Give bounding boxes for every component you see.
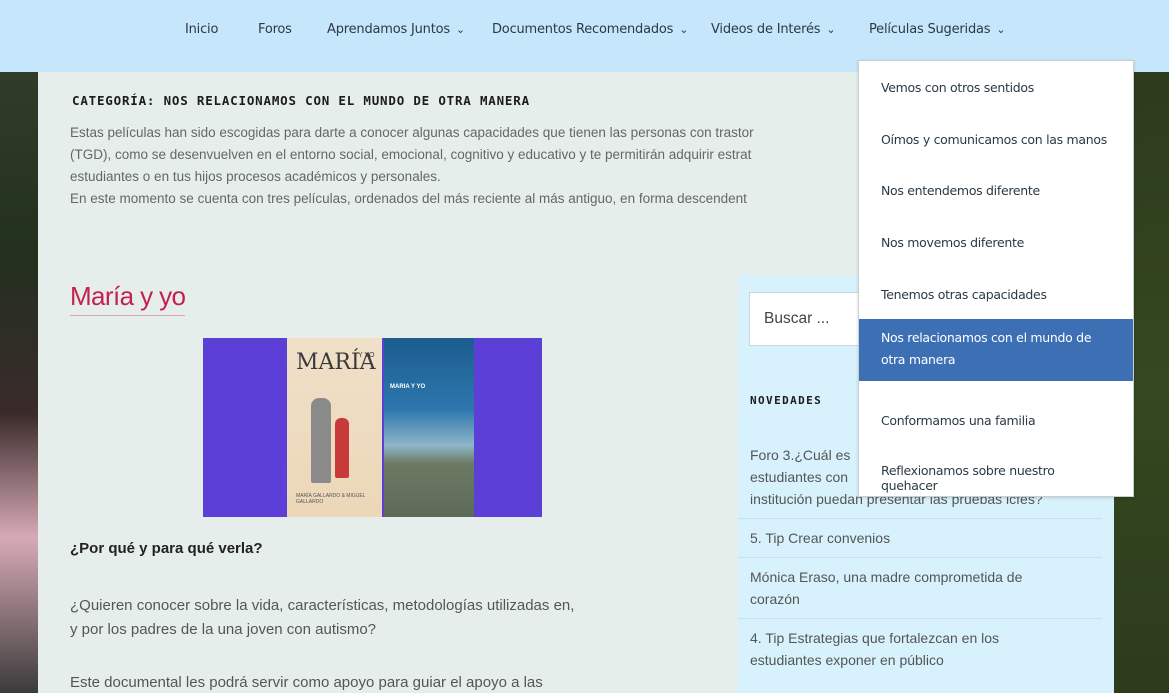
dropdown-item-conformamos-familia[interactable]: Conformamos una familia [859, 413, 1133, 428]
chevron-down-icon: ⌄ [455, 23, 465, 36]
nav-item-label: Inicio [185, 22, 219, 37]
novedades-heading: NOVEDADES [750, 394, 823, 407]
nav-menu: Inicio Foros Aprendamos Juntos ⌄ Document… [0, 0, 1169, 62]
nav-item-inicio[interactable]: Inicio [185, 22, 218, 37]
category-description: Estas películas han sido escogidas para … [70, 122, 870, 210]
chevron-down-icon: ⌄ [826, 23, 836, 36]
nav-item-label: Aprendamos Juntos [327, 22, 450, 37]
dropdown-item-tenemos-capacidades[interactable]: Tenemos otras capacidades [859, 287, 1133, 302]
section-heading: ¿Por qué y para qué verla? [70, 540, 263, 557]
news-item-line: 4. Tip Estrategias que fortalezcan en lo… [750, 630, 1000, 646]
poster-figure-child [335, 418, 349, 478]
description-line: estudiantes o en tus hijos procesos acad… [70, 169, 441, 184]
news-item[interactable]: 5. Tip Crear convenios [738, 519, 1102, 558]
description-line: (TGD), como se desenvuelven en el entorn… [70, 147, 752, 162]
news-item-line: corazón [750, 591, 800, 607]
nav-item-foros[interactable]: Foros [258, 22, 292, 37]
movie-poster-beach: MARIA Y YO [384, 338, 474, 517]
dropdown-item-nos-entendemos[interactable]: Nos entendemos diferente [859, 183, 1133, 198]
nav-item-label: Películas Sugeridas [869, 22, 991, 37]
paragraph-line: y por los padres de la una joven con aut… [70, 621, 377, 638]
nav-item-aprendamos-juntos[interactable]: Aprendamos Juntos ⌄ [327, 22, 465, 37]
news-item-line: 5. Tip Crear convenios [750, 530, 891, 546]
chevron-down-icon: ⌄ [996, 23, 1006, 36]
nav-item-label: Videos de Interés [711, 22, 821, 37]
news-item[interactable]: 4. Tip Estrategias que fortalezcan en lo… [738, 619, 1102, 679]
poster-credits: MARÍA GALLARDO & MIGUEL GALLARDO [296, 493, 366, 505]
chevron-down-icon: ⌄ [679, 23, 689, 36]
dropdown-item-vemos[interactable]: Vemos con otros sentidos [859, 80, 1133, 95]
post-title-link[interactable]: María y yo [70, 281, 186, 316]
background-decoration-left [0, 72, 38, 693]
description-line: En este momento se cuenta con tres pelíc… [70, 191, 747, 206]
dropdown-item-reflexionamos[interactable]: Reflexionamos sobre nuestro quehacer [859, 463, 1133, 493]
category-title: CATEGORÍA: NOS RELACIONAMOS CON EL MUNDO… [72, 93, 530, 108]
paragraph-line: ¿Quieren conocer sobre la vida, caracter… [70, 597, 575, 614]
description-line: Estas películas han sido escogidas para … [70, 125, 754, 140]
peliculas-sugeridas-dropdown: Vemos con otros sentidos Oímos y comunic… [858, 60, 1134, 497]
news-item-line: estudiantes exponer en público [750, 652, 944, 668]
nav-item-documentos-recomendados[interactable]: Documentos Recomendados ⌄ [492, 22, 688, 37]
poster-subtitle: Y YO [358, 352, 375, 359]
post-paragraph: ¿Quieren conocer sobre la vida, caracter… [70, 594, 710, 642]
dropdown-item-nos-relacionamos-active[interactable]: Nos relacionamos con el mundo de otra ma… [859, 319, 1133, 381]
nav-item-videos-de-interes[interactable]: Videos de Interés ⌄ [711, 22, 836, 37]
news-item[interactable]: Mónica Eraso, una madre comprometida de … [738, 558, 1102, 619]
nav-item-peliculas-sugeridas[interactable]: Películas Sugeridas ⌄ [869, 22, 1006, 37]
poster-title: MARIA Y YO [390, 384, 426, 390]
post-paragraph: Este documental les podrá servir como ap… [70, 674, 543, 691]
nav-item-label: Foros [258, 22, 292, 37]
movie-poster: MARÍA Y YO MARÍA GALLARDO & MIGUEL GALLA… [287, 338, 382, 517]
post-featured-image[interactable]: MARÍA Y YO MARÍA GALLARDO & MIGUEL GALLA… [203, 338, 542, 517]
dropdown-item-oimos[interactable]: Oímos y comunicamos con las manos [859, 132, 1133, 147]
news-item-line: Mónica Eraso, una madre comprometida de [750, 569, 1023, 585]
dropdown-item-nos-movemos[interactable]: Nos movemos diferente [859, 235, 1133, 250]
poster-figure-adult [311, 398, 331, 483]
nav-item-label: Documentos Recomendados [492, 22, 674, 37]
